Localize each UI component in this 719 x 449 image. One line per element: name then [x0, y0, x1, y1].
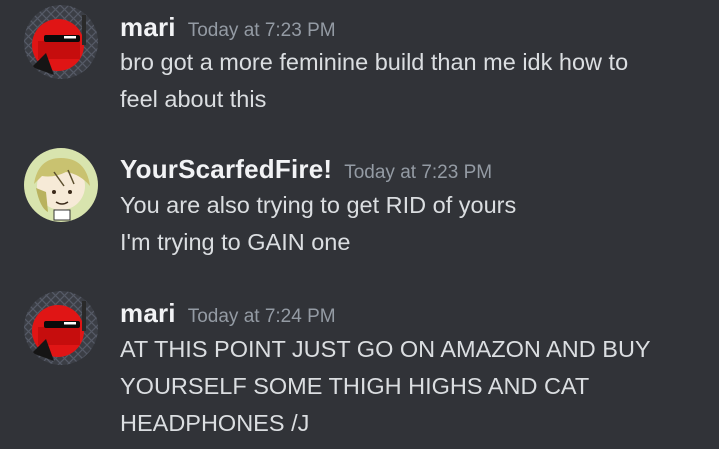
timestamp[interactable]: Today at 7:23 PM: [188, 20, 336, 42]
message-content: AT THIS POINT JUST GO ON AMAZON AND BUY …: [120, 331, 710, 442]
message-line: I'm trying to GAIN one: [120, 229, 351, 255]
message-item: mari Today at 7:23 PM bro got a more fem…: [0, 0, 719, 130]
username[interactable]: YourScarfedFire!: [120, 154, 332, 185]
message-line: bro got a more feminine build than me id…: [120, 49, 629, 75]
message-line: HEADPHONES /J: [120, 410, 310, 436]
message-line: You are also trying to get RID of yours: [120, 192, 517, 218]
username[interactable]: mari: [120, 298, 176, 329]
message-line: YOURSELF SOME THIGH HIGHS AND CAT: [120, 373, 590, 399]
message-content: You are also trying to get RID of yours …: [120, 187, 710, 261]
message-item: YourScarfedFire! Today at 7:23 PM You ar…: [0, 142, 719, 272]
message-line: feel about this: [120, 86, 267, 112]
timestamp[interactable]: Today at 7:23 PM: [344, 162, 492, 184]
red-helmet-avatar-icon[interactable]: [24, 291, 98, 365]
message-line: AT THIS POINT JUST GO ON AMAZON AND BUY: [120, 336, 651, 362]
timestamp[interactable]: Today at 7:24 PM: [188, 306, 336, 328]
username[interactable]: mari: [120, 12, 176, 43]
blonde-character-avatar-icon[interactable]: [24, 148, 98, 222]
message-item: mari Today at 7:24 PM AT THIS POINT JUST…: [0, 286, 719, 449]
message-content: bro got a more feminine build than me id…: [120, 44, 710, 118]
red-helmet-avatar-icon[interactable]: [24, 5, 98, 79]
